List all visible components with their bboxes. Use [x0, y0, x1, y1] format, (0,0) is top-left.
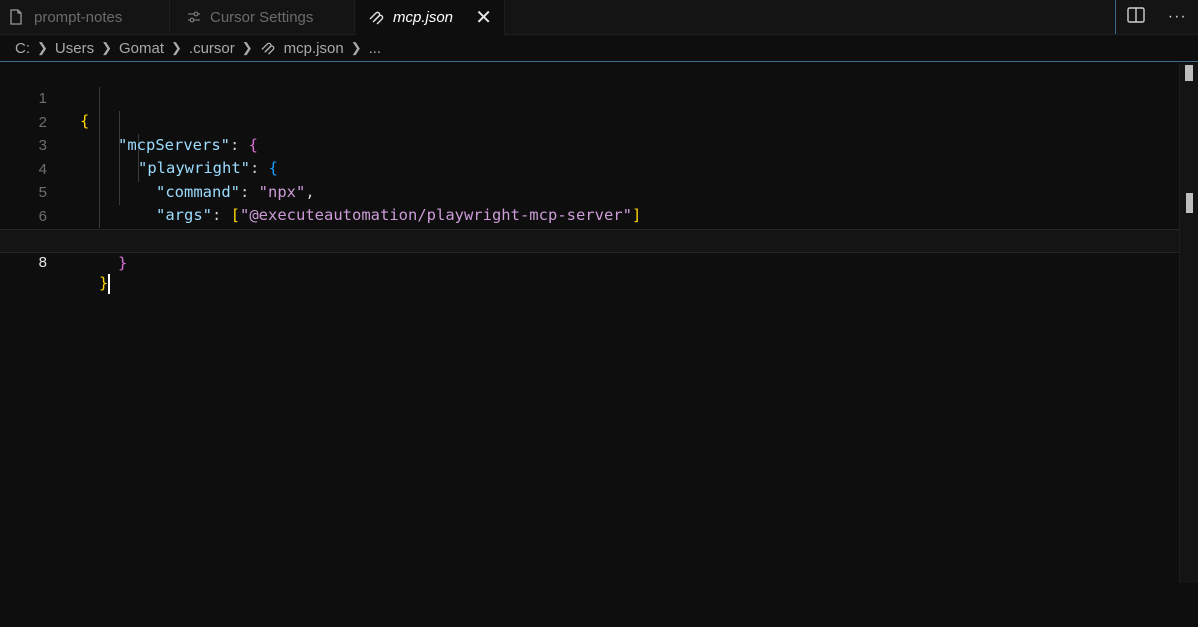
code-line: 4 "command": "npx", [0, 134, 1180, 202]
code-text: } [118, 252, 127, 276]
tab-label: prompt-notes [34, 8, 123, 26]
chevron-right-icon: ❯ [350, 40, 362, 55]
code-line: 7 } [0, 205, 1180, 273]
breadcrumb: C: ❯ Users ❯ Gomat ❯ .cursor ❯ mcp.json … [0, 35, 1198, 62]
code-line-current: 8 } [0, 229, 1180, 294]
code-line: 2 "mcpServers": { [0, 87, 1180, 155]
text-cursor [108, 273, 111, 294]
more-actions-icon[interactable]: ··· [1168, 8, 1187, 26]
breadcrumb-item[interactable]: .cursor [189, 40, 235, 57]
token: } [118, 254, 128, 272]
code-line: 3 "playwright": { [0, 110, 1180, 178]
code-text: } [99, 273, 111, 295]
code-line: 1 { [0, 63, 1180, 131]
tab-mcp-json[interactable]: mcp.json ✕ [355, 0, 505, 35]
mcp-icon [260, 41, 277, 56]
tab-cursor-settings[interactable]: Cursor Settings [170, 0, 355, 34]
chevron-right-icon: ❯ [171, 40, 182, 55]
tab-bar: prompt-notes Cursor Settings mcp.json ✕ … [0, 0, 1198, 35]
settings-sliders-icon [184, 11, 204, 23]
breadcrumb-item[interactable]: Users [55, 40, 94, 57]
close-icon[interactable]: ✕ [475, 5, 492, 30]
code-line: 6 } [0, 181, 1180, 249]
tab-label: mcp.json [393, 9, 454, 26]
file-icon [6, 9, 26, 25]
scrollbar-thumb[interactable] [1185, 65, 1193, 81]
scroll-position-marker [1186, 193, 1193, 213]
breadcrumb-item[interactable]: C: [15, 40, 30, 57]
code-line: 5 "args": ["@executeautomation/playwrigh… [0, 157, 1180, 225]
chevron-right-icon: ❯ [101, 40, 112, 55]
split-editor-icon[interactable] [1127, 6, 1145, 28]
editor-actions: ··· [1115, 0, 1198, 34]
chevron-right-icon: ❯ [37, 40, 48, 55]
chevron-right-icon: ❯ [241, 40, 253, 55]
code-editor[interactable]: 1 { 2 "mcpServers": { 3 "playwright": { … [0, 63, 1198, 627]
mcp-icon [367, 10, 387, 26]
breadcrumb-item[interactable]: Gomat [119, 40, 164, 57]
breadcrumb-item[interactable]: ... [369, 40, 382, 57]
tab-prompt-notes[interactable]: prompt-notes [0, 0, 170, 34]
vertical-scrollbar[interactable] [1179, 63, 1198, 583]
line-number: 8 [38, 253, 47, 271]
breadcrumb-item[interactable]: mcp.json [284, 40, 344, 57]
tab-label: Cursor Settings [210, 8, 314, 26]
token: } [99, 274, 109, 292]
